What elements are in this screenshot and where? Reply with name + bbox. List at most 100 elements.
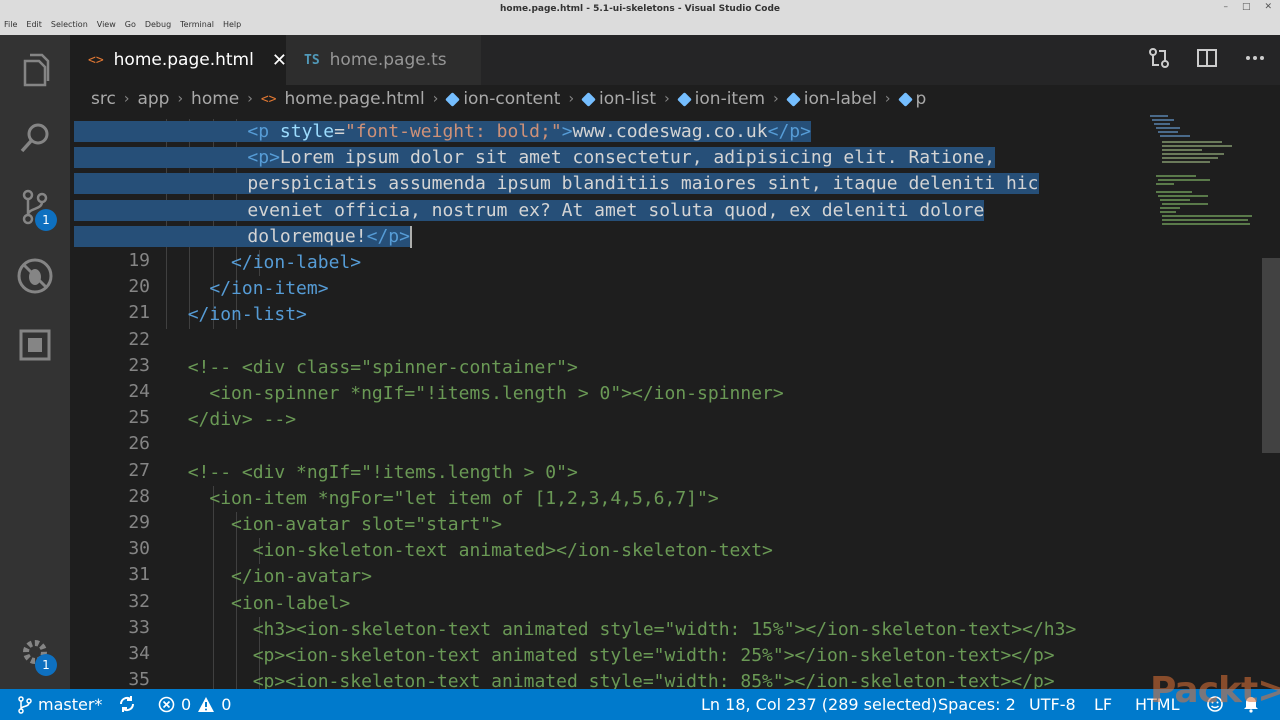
menu-file[interactable]: File: [4, 20, 17, 29]
code-line[interactable]: </ion-list>: [166, 302, 307, 328]
menu-edit[interactable]: Edit: [26, 20, 42, 29]
code-line[interactable]: </ion-label>: [166, 250, 361, 276]
tab-label: home.page.ts: [329, 50, 447, 70]
tab-actions: [1148, 47, 1266, 73]
code-line[interactable]: <ion-label>: [166, 591, 350, 617]
tab-home-page-html[interactable]: <> home.page.html ✕: [70, 35, 287, 85]
extensions-icon[interactable]: [15, 325, 55, 365]
close-window-icon[interactable]: ✕: [1264, 2, 1272, 12]
indentation[interactable]: Spaces: 2: [938, 695, 1016, 714]
encoding[interactable]: UTF-8: [1029, 695, 1076, 714]
code-line[interactable]: <ion-avatar slot="start">: [166, 512, 502, 538]
code-line[interactable]: <ion-item *ngFor="let item of [1,2,3,4,5…: [166, 486, 718, 512]
selected-text: <p>Lorem ipsum dolor sit amet consectetu…: [247, 147, 996, 169]
code-token: style: [279, 121, 335, 142]
code-line[interactable]: <ion-skeleton-text animated></ion-skelet…: [166, 538, 773, 564]
code-token: >: [561, 121, 573, 142]
selected-text: doloremque!</p>: [247, 225, 410, 247]
code-line[interactable]: </ion-item>: [166, 276, 328, 302]
line-number: 31: [128, 564, 150, 586]
split-editor-icon[interactable]: [1196, 47, 1218, 73]
code-line[interactable]: <p><ion-skeleton-text animated style="wi…: [166, 669, 1055, 689]
indent: [74, 225, 248, 247]
code-token: <!-- <div class="spinner-container">: [187, 356, 578, 378]
menu-debug[interactable]: Debug: [145, 20, 171, 29]
settings-gear-icon[interactable]: 1: [15, 632, 57, 676]
indent: [74, 147, 248, 169]
breadcrumb-item-ion-list[interactable]: ion-list: [599, 89, 656, 109]
menu-selection[interactable]: Selection: [51, 20, 88, 29]
indent: [74, 199, 248, 221]
line-text: </ion-avatar>: [231, 566, 372, 587]
code-token: </ion-item>: [209, 278, 329, 300]
chevron-right-icon: ›: [247, 91, 253, 107]
selected-text: perspiciatis assumenda ipsum blanditiis …: [247, 173, 1039, 195]
breadcrumb-item-app[interactable]: app: [137, 89, 169, 109]
close-tab-icon[interactable]: ✕: [272, 50, 287, 71]
code-line[interactable]: doloremque!</p>: [74, 224, 412, 250]
code-line[interactable]: <!-- <div class="spinner-container">: [166, 355, 578, 381]
line-text: </ion-label>: [231, 252, 361, 273]
minimize-icon[interactable]: –: [1223, 2, 1228, 12]
menu-bar: File Edit Selection View Go Debug Termin…: [4, 20, 241, 29]
minimap[interactable]: [1148, 113, 1258, 243]
code-line[interactable]: <p><ion-skeleton-text animated style="wi…: [166, 643, 1055, 669]
code-line[interactable]: <ion-spinner *ngIf="!items.length > 0"><…: [166, 381, 784, 407]
code-line[interactable]: eveniet officia, nostrum ex? At amet sol…: [74, 198, 985, 224]
end-of-line[interactable]: LF: [1094, 695, 1112, 714]
line-number: 35: [128, 669, 150, 689]
code-token: Lorem ipsum dolor sit amet consectetur, …: [279, 147, 996, 169]
breadcrumb-item-p[interactable]: p: [916, 89, 927, 109]
tab-home-page-ts[interactable]: TS home.page.ts: [286, 35, 481, 85]
source-control-badge: 1: [35, 209, 57, 231]
settings-badge: 1: [35, 654, 57, 676]
line-text: <ion-label>: [231, 593, 350, 614]
debug-icon[interactable]: [15, 256, 55, 296]
line-number: 32: [128, 590, 150, 612]
line-text: <h3><ion-skeleton-text animated style="w…: [253, 619, 1077, 640]
line-text: </ion-item>: [209, 278, 328, 299]
search-icon[interactable]: [15, 118, 55, 158]
editor-tabs: <> home.page.html ✕ TS home.page.ts: [70, 35, 1280, 85]
breadcrumb-item-src[interactable]: src: [91, 89, 116, 109]
code-line[interactable]: <p>Lorem ipsum dolor sit amet consectetu…: [74, 145, 996, 171]
branch-indicator[interactable]: master*: [18, 695, 102, 714]
breadcrumb-item-file[interactable]: home.page.html: [285, 89, 425, 109]
cursor-position[interactable]: Ln 18, Col 237 (289 selected): [701, 695, 937, 714]
chevron-right-icon: ›: [432, 91, 439, 107]
code-line[interactable]: <h3><ion-skeleton-text animated style="w…: [166, 617, 1077, 643]
explorer-icon[interactable]: [15, 50, 55, 90]
sync-icon[interactable]: [118, 695, 136, 713]
line-number: 28: [128, 485, 150, 507]
code-line[interactable]: <p style="font-weight: bold;">www.codesw…: [74, 119, 811, 145]
maximize-icon[interactable]: □: [1242, 2, 1251, 12]
breadcrumb-item-ion-content[interactable]: ion-content: [463, 89, 560, 109]
warning-icon: [198, 697, 215, 712]
vertical-scrollbar[interactable]: [1262, 113, 1280, 689]
code-token: </ion-label>: [231, 252, 362, 273]
scrollbar-thumb[interactable]: [1262, 258, 1280, 453]
menu-terminal[interactable]: Terminal: [180, 20, 214, 29]
code-line[interactable]: <!-- <div *ngIf="!items.length > 0">: [166, 460, 578, 486]
chevron-right-icon: ›: [123, 91, 130, 107]
code-line[interactable]: perspiciatis assumenda ipsum blanditiis …: [74, 171, 1039, 197]
code-line[interactable]: </ion-avatar>: [166, 564, 372, 590]
menu-view[interactable]: View: [97, 20, 116, 29]
breadcrumb-item-home[interactable]: home: [191, 89, 239, 109]
compare-changes-icon[interactable]: [1148, 47, 1170, 73]
line-number: 27: [128, 459, 150, 481]
more-actions-icon[interactable]: [1244, 47, 1266, 73]
line-number: 23: [128, 354, 150, 376]
breadcrumb-item-ion-item[interactable]: ion-item: [695, 89, 765, 109]
source-control-icon[interactable]: 1: [15, 187, 57, 231]
line-number: 33: [128, 616, 150, 638]
breadcrumb-item-ion-label[interactable]: ion-label: [804, 89, 877, 109]
code-line[interactable]: </div> -->: [166, 407, 296, 433]
menu-help[interactable]: Help: [223, 20, 241, 29]
problems-indicator[interactable]: 0 0: [158, 695, 231, 714]
menu-go[interactable]: Go: [125, 20, 136, 29]
ts-file-icon: TS: [304, 52, 320, 68]
code-token: <ion-spinner *ngIf="!items.length > 0"><…: [209, 383, 784, 404]
code-editor[interactable]: 17181920212223242526272829303132333435 <…: [70, 113, 1280, 689]
